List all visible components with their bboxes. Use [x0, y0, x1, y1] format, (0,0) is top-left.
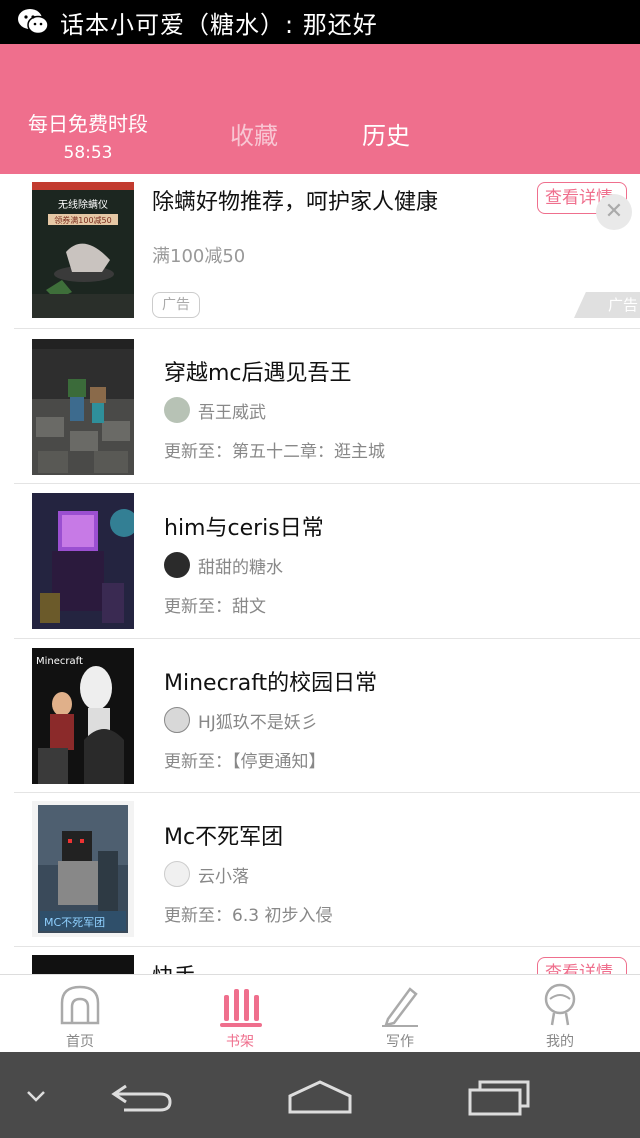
- home-icon: [60, 985, 100, 1025]
- avatar: [164, 707, 190, 733]
- free-period[interactable]: 每日免费时段 58:53: [18, 108, 158, 163]
- app-header: 每日免费时段 58:53 收藏 历史: [0, 44, 640, 174]
- nav-bookshelf-label: 书架: [226, 1034, 254, 1050]
- wechat-icon: [18, 9, 49, 35]
- svg-text:Minecraft: Minecraft: [36, 656, 83, 667]
- ad-cover-text-1: 无线除螨仪: [58, 198, 108, 211]
- ad-tag: 广告: [152, 292, 200, 318]
- ad-image: 无线除螨仪 领券满100减50: [32, 182, 134, 318]
- recents-icon[interactable]: [466, 1078, 532, 1118]
- ad-item[interactable]: 无线除螨仪 领券满100减50 除螨好物推荐，呵护家人健康 满100减50 广告…: [0, 174, 640, 328]
- bottom-nav: 首页 书架 写作 我的: [0, 974, 640, 1052]
- book-cover: Minecraft: [32, 648, 134, 784]
- book-title: Minecraft的校园日常: [164, 671, 378, 696]
- home-button-icon[interactable]: [286, 1078, 354, 1118]
- book-update: 更新至：甜文: [164, 597, 266, 617]
- book-author: 吾王威武: [164, 397, 266, 423]
- nav-profile-label: 我的: [546, 1034, 574, 1050]
- book-author: 云小落: [164, 861, 249, 887]
- bookshelf-icon: [220, 989, 262, 1027]
- avatar: [164, 552, 190, 578]
- author-name: 甜甜的糖水: [198, 557, 283, 578]
- ad-details-button[interactable]: 查看详情: [537, 957, 627, 974]
- book-item[interactable]: Minecraft Minecraft的校园日常 HJ狐玖不是妖彡 更新至：【停…: [0, 639, 640, 793]
- notification-text: 话本小可爱（糖水）: 那还好: [60, 10, 378, 39]
- avatar: [164, 861, 190, 887]
- book-title: Mc不死军团: [164, 825, 284, 850]
- author-name: 云小落: [198, 866, 249, 887]
- book-cover: [32, 339, 134, 475]
- back-icon[interactable]: [110, 1080, 176, 1116]
- pen-icon: [382, 987, 418, 1027]
- avatar: [164, 397, 190, 423]
- book-author: HJ狐玖不是妖彡: [164, 707, 318, 733]
- bookshelf-list[interactable]: 无线除螨仪 领券满100减50 除螨好物推荐，呵护家人健康 满100减50 广告…: [0, 174, 640, 974]
- ad-cover-text-2: 领券满100减50: [54, 215, 111, 225]
- ad-title: 快手: [152, 959, 196, 974]
- book-update: 更新至：第五十二章：逛主城: [164, 442, 385, 462]
- ad-subtitle: 满100减50: [152, 246, 246, 267]
- author-name: HJ狐玖不是妖彡: [198, 712, 318, 733]
- tab-favorites[interactable]: 收藏: [230, 116, 278, 151]
- nav-home[interactable]: 首页: [0, 975, 160, 1053]
- book-update: 更新至：【停更通知】: [164, 752, 326, 772]
- nav-write[interactable]: 写作: [320, 975, 480, 1053]
- free-period-label: 每日免费时段: [28, 112, 148, 136]
- svg-text:MC不死军团: MC不死军团: [44, 916, 105, 929]
- close-icon[interactable]: ✕: [596, 194, 632, 230]
- nav-bookshelf[interactable]: 书架: [160, 975, 320, 1053]
- free-period-timer: 58:53: [63, 143, 113, 163]
- book-cover: MC不死军团: [32, 801, 134, 937]
- book-item[interactable]: 穿越mc后遇见吾王 吾王威武 更新至：第五十二章：逛主城: [0, 329, 640, 483]
- tab-history[interactable]: 历史: [362, 116, 410, 151]
- book-author: 甜甜的糖水: [164, 552, 283, 578]
- author-name: 吾王威武: [198, 402, 266, 423]
- book-title: him与ceris日常: [164, 516, 324, 541]
- book-item[interactable]: MC不死军团 Mc不死军团 云小落 更新至：6.3 初步入侵: [0, 793, 640, 947]
- ad-title: 除螨好物推荐，呵护家人健康: [152, 190, 439, 215]
- book-item[interactable]: him与ceris日常 甜甜的糖水 更新至：甜文: [0, 484, 640, 638]
- chevron-down-icon[interactable]: [24, 1086, 48, 1106]
- book-update: 更新至：6.3 初步入侵: [164, 906, 333, 926]
- ad-image: [32, 955, 134, 974]
- system-nav-bar: [0, 1052, 640, 1138]
- status-bar: 话本小可爱（糖水）: 那还好: [0, 0, 640, 44]
- nav-write-label: 写作: [386, 1034, 414, 1050]
- book-cover: [32, 493, 134, 629]
- nav-profile[interactable]: 我的: [480, 975, 640, 1053]
- ad-mark: 广告: [574, 292, 640, 318]
- ad-item[interactable]: 快手 查看详情: [0, 947, 640, 974]
- profile-icon: [544, 983, 576, 1026]
- book-title: 穿越mc后遇见吾王: [164, 361, 352, 386]
- nav-home-label: 首页: [66, 1034, 94, 1050]
